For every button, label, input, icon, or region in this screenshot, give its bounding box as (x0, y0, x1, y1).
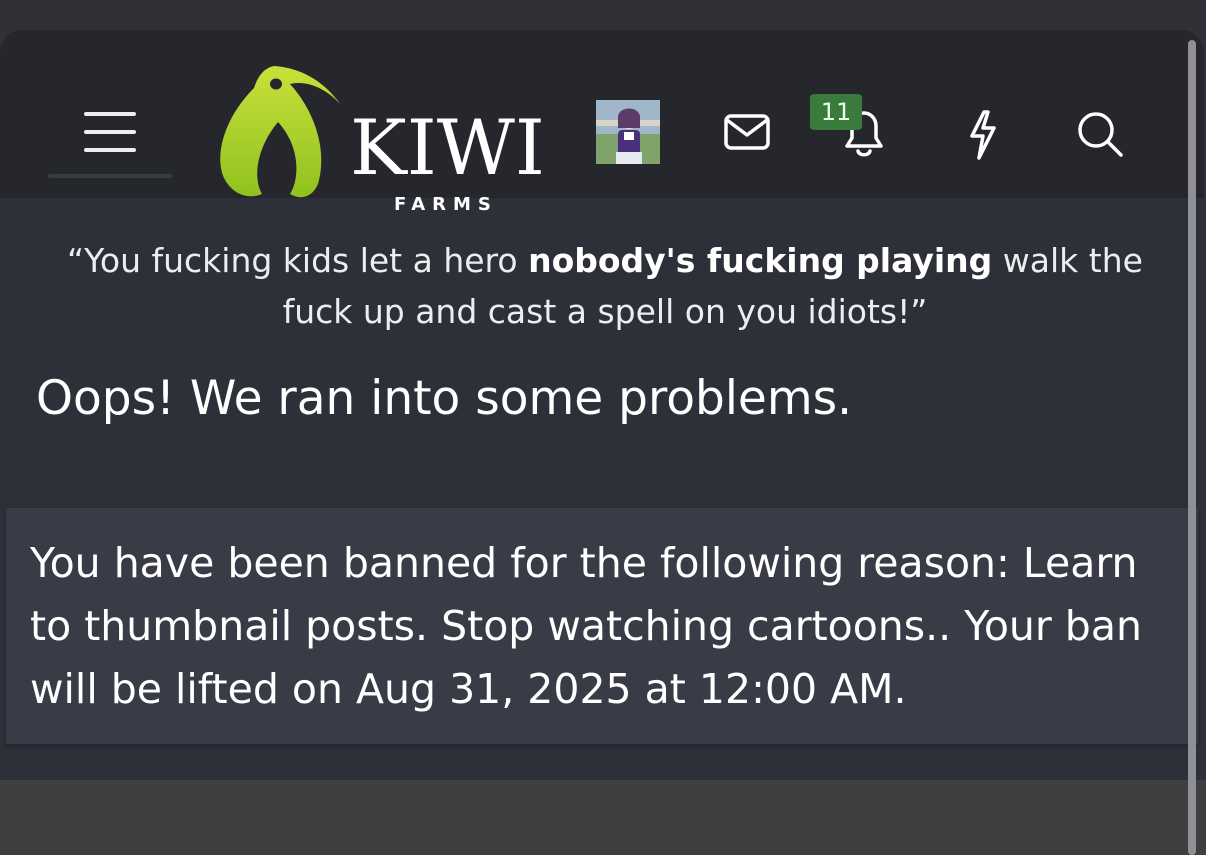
lightning-icon (970, 110, 996, 160)
logo-subtitle: FARMS (394, 194, 498, 215)
site-logo[interactable]: KIWI FARMS (218, 66, 568, 215)
site-header: KIWI FARMS 11 (0, 30, 1204, 215)
random-quote: “You fucking kids let a hero nobody's fu… (30, 235, 1180, 337)
search-icon (1078, 112, 1123, 157)
menu-button[interactable] (48, 100, 172, 180)
scrollbar[interactable] (1188, 40, 1196, 855)
ban-notice: You have been banned for the following r… (6, 508, 1198, 744)
ban-message: You have been banned for the following r… (30, 539, 1142, 713)
main-panel: KIWI FARMS 11 “You fucking kids let a he… (0, 30, 1204, 780)
kiwi-logo-icon (220, 66, 340, 198)
mail-icon (724, 114, 770, 150)
whats-new-button[interactable] (952, 104, 1012, 164)
page: KIWI FARMS 11 “You fucking kids let a he… (0, 0, 1206, 855)
logo-wordmark: KIWI (350, 103, 545, 192)
search-button[interactable] (1070, 104, 1130, 164)
page-footer-area (0, 780, 1206, 855)
inbox-button[interactable] (716, 104, 776, 164)
notification-count-badge: 11 (810, 94, 862, 130)
menu-icon (84, 112, 136, 166)
error-title: Oops! We ran into some problems. (36, 371, 853, 426)
quote-bold: nobody's fucking playing (528, 241, 993, 280)
menu-underline (48, 174, 172, 178)
quote-start: “You fucking kids let a hero (67, 241, 529, 280)
avatar[interactable] (596, 100, 660, 164)
avatar-image (596, 100, 660, 164)
